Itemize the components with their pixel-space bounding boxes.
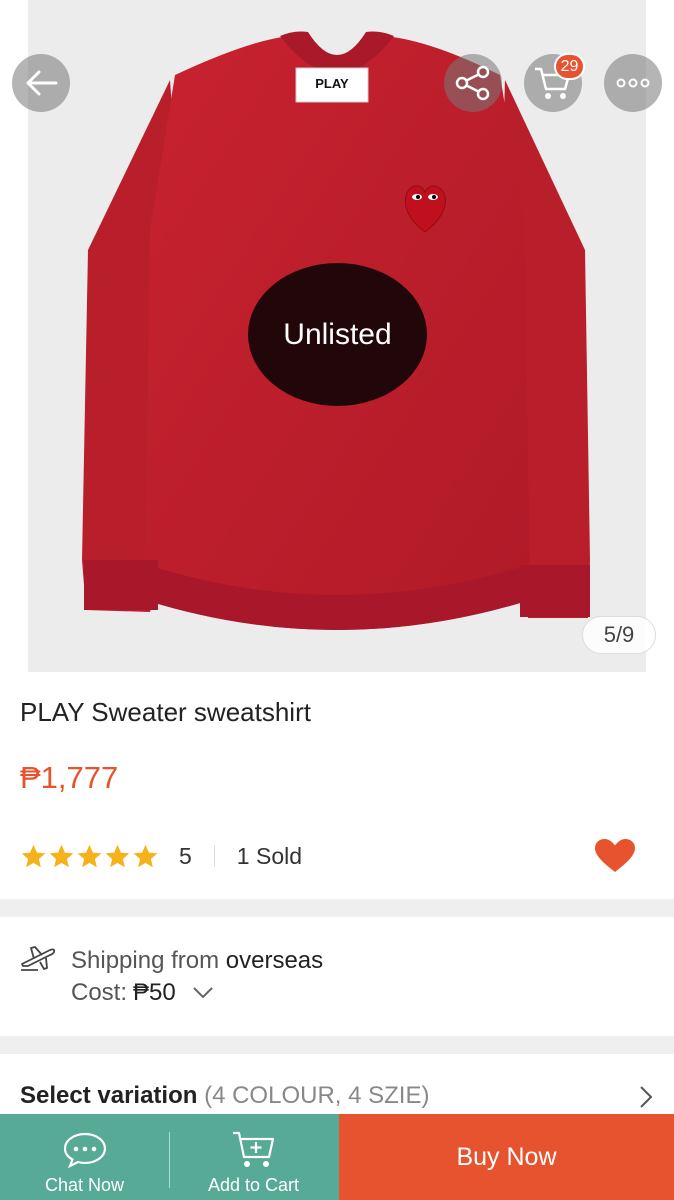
buy-now-button[interactable]: Buy Now <box>339 1114 674 1200</box>
airplane-icon <box>21 946 56 971</box>
variation-label: Select variation <box>20 1082 198 1109</box>
rating-row: 5 1 Sold <box>20 838 660 874</box>
more-options-button[interactable] <box>604 54 662 112</box>
share-icon <box>455 65 490 101</box>
section-separator <box>0 1036 674 1054</box>
add-to-cart-label: Add to Cart <box>207 1175 300 1195</box>
chat-now-button[interactable]: Chat Now <box>0 1114 169 1200</box>
section-separator <box>0 899 674 917</box>
shipping-label: Shipping from <box>71 947 220 974</box>
favorite-heart-icon[interactable] <box>594 838 636 874</box>
star-icon <box>49 844 74 867</box>
star-icon <box>21 844 46 867</box>
back-arrow-icon <box>26 70 58 96</box>
shipping-origin: Shipping from overseas <box>71 947 323 975</box>
back-button[interactable] <box>12 54 70 112</box>
sold-count: 1 Sold <box>236 842 303 869</box>
product-price: ₱1,777 <box>20 760 119 795</box>
secondary-actions: Chat Now Add to Cart <box>0 1114 339 1200</box>
chevron-down-icon <box>193 987 213 999</box>
clothing-label-text: PLAY <box>315 76 349 91</box>
chat-now-label: Chat Now <box>44 1175 125 1195</box>
rating-value: 5 <box>179 842 192 869</box>
bottom-bar-divider <box>169 1132 170 1188</box>
cart-count-badge: 29 <box>554 53 585 80</box>
unlisted-overlay: Unlisted <box>248 263 427 406</box>
shipping-origin-value: overseas <box>225 947 324 974</box>
more-icon <box>616 78 650 88</box>
variation-detail: (4 COLOUR, 4 SZIE) <box>204 1082 430 1109</box>
shipping-cost-toggle[interactable]: Cost: ₱50 <box>71 979 214 1007</box>
share-button[interactable] <box>444 54 502 112</box>
star-icon <box>77 844 102 867</box>
star-icon <box>133 844 158 867</box>
product-image-gallery[interactable]: PLAY 29 Unlisted 5/9 <box>0 0 674 672</box>
image-page-indicator: 5/9 <box>582 616 656 654</box>
star-icon <box>105 844 130 867</box>
rating-stars <box>20 843 159 870</box>
bottom-action-bar: Chat Now Add to Cart Buy Now <box>0 1114 674 1200</box>
add-to-cart-button[interactable]: Add to Cart <box>169 1114 338 1200</box>
rating-divider <box>213 845 215 867</box>
chevron-right-icon[interactable] <box>638 1085 654 1109</box>
chat-bubble-icon <box>63 1132 106 1169</box>
product-title: PLAY Sweater sweatshirt <box>20 697 311 727</box>
shipping-cost-value: ₱50 <box>133 979 176 1006</box>
add-cart-icon <box>232 1131 274 1167</box>
shipping-cost-label: Cost: <box>71 979 128 1006</box>
select-variation-row[interactable]: Select variation (4 COLOUR, 4 SZIE) <box>20 1082 429 1110</box>
